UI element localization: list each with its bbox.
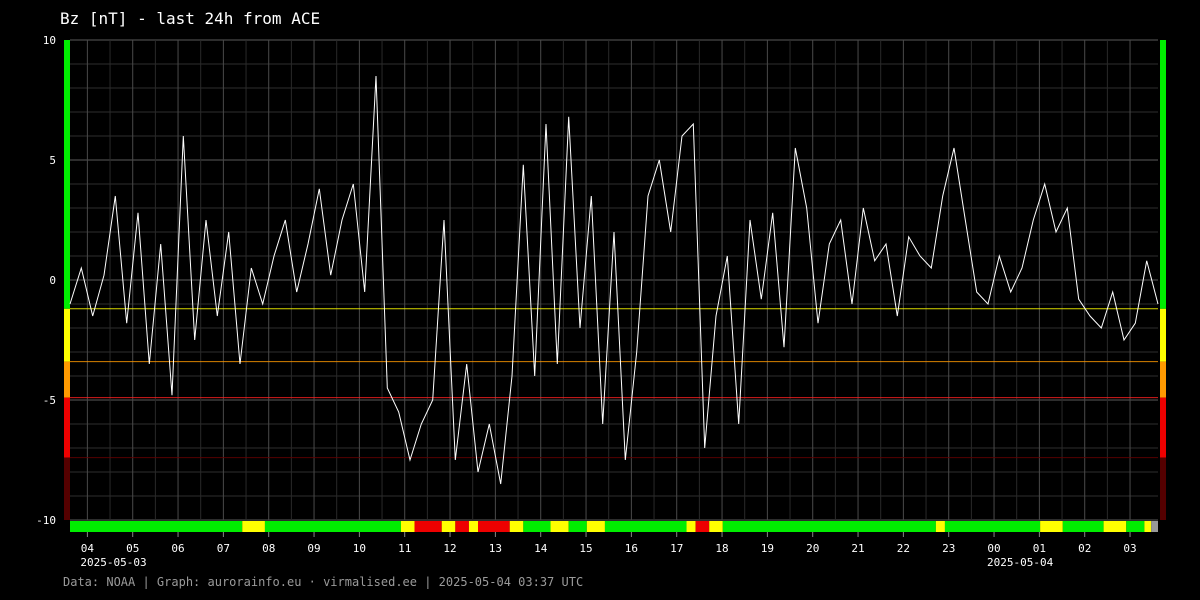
status-segment [1144,521,1152,532]
x-tick-label: 13 [489,542,502,555]
status-segment [568,521,587,532]
right-scale-segment [1160,361,1166,398]
status-segment [400,521,415,532]
x-tick-label: 18 [715,542,728,555]
status-segment [1151,521,1158,532]
left-scale-segment [64,457,70,520]
status-segment [242,521,265,532]
x-tick-label: 17 [670,542,683,555]
status-segment [586,521,605,532]
status-segment [1126,521,1145,532]
status-segment [709,521,723,532]
x-tick-label: 20 [806,542,819,555]
left-scale-segment [64,361,70,398]
left-scale-segment [64,40,70,309]
x-tick-label: 03 [1123,542,1136,555]
x-date-label: 2025-05-04 [987,556,1054,569]
x-tick-label: 02 [1078,542,1091,555]
status-segment [695,521,710,532]
x-tick-label: 09 [307,542,320,555]
status-segment [944,521,1041,532]
status-segment [550,521,569,532]
status-segment [1062,521,1104,532]
status-segment [722,521,936,532]
status-bar [70,521,1158,532]
y-tick-label: 5 [49,154,56,167]
x-tick-label: 01 [1033,542,1046,555]
right-scale-segment [1160,457,1166,520]
status-segment [509,521,524,532]
x-tick-label: 04 [81,542,95,555]
status-segment [604,521,687,532]
source-footer: Data: NOAA | Graph: aurorainfo.eu · virm… [63,575,584,589]
y-tick-label: 10 [43,34,56,47]
x-tick-label: 19 [761,542,774,555]
right-scale-segment [1160,308,1166,362]
x-tick-label: 12 [443,542,456,555]
x-date-label: 2025-05-03 [80,556,146,569]
y-tick-label: -10 [36,514,56,527]
right-scale-segment [1160,40,1166,309]
x-tick-label: 23 [942,542,955,555]
x-tick-label: 06 [171,542,184,555]
x-tick-label: 00 [987,542,1000,555]
x-tick-label: 16 [625,542,638,555]
x-tick-label: 21 [851,542,864,555]
status-segment [441,521,456,532]
status-segment [1040,521,1063,532]
x-tick-label: 10 [353,542,366,555]
status-segment [70,521,243,532]
right-scale-segment [1160,397,1166,458]
status-segment [468,521,478,532]
status-segment [455,521,469,532]
x-tick-label: 07 [217,542,230,555]
status-segment [414,521,442,532]
status-segment [523,521,551,532]
x-tick-label: 22 [897,542,910,555]
x-tick-label: 15 [579,542,592,555]
status-segment [935,521,945,532]
bz-chart: 10 5 0 -5 -10 04 05 06 07 08 09 10 11 12 13 14 15 16 17 18… [36,34,1166,569]
x-tick-label: 11 [398,542,411,555]
x-tick-label: 14 [534,542,548,555]
y-tick-label: -5 [43,394,56,407]
x-axis-ticks: 04 05 06 07 08 09 10 11 12 13 14 15 16 17 18 19 20 21 22 23… [80,532,1137,569]
status-segment [1103,521,1127,532]
x-tick-label: 08 [262,542,275,555]
y-tick-label: 0 [49,274,56,287]
left-scale-segment [64,397,70,458]
y-axis-ticks: 10 5 0 -5 -10 [36,34,56,527]
status-segment [478,521,510,532]
status-segment [686,521,696,532]
x-tick-label: 05 [126,542,139,555]
status-segment [264,521,401,532]
left-scale-segment [64,308,70,362]
